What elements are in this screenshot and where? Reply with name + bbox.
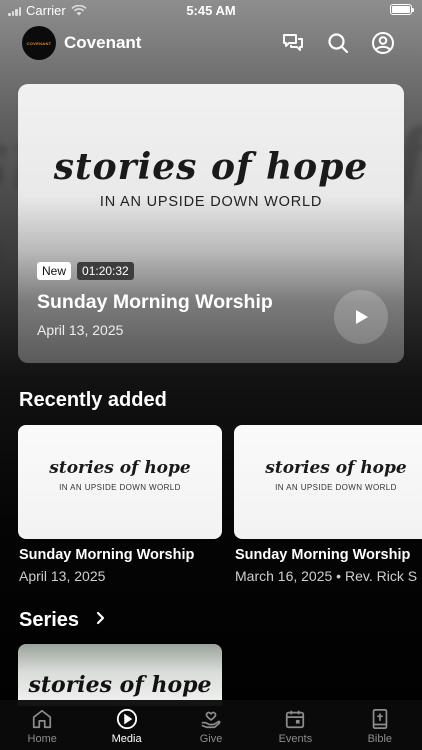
thumbnail-subtitle: IN AN UPSIDE DOWN WORLD <box>59 483 181 492</box>
chevron-right-icon <box>96 611 104 625</box>
new-badge: New <box>37 262 72 280</box>
tab-label: Home <box>27 733 57 745</box>
church-logo[interactable]: COVENANT <box>22 26 56 60</box>
bible-icon <box>372 708 388 730</box>
play-button[interactable] <box>334 290 388 344</box>
status-time: 5:45 AM <box>186 3 236 18</box>
chat-icon[interactable] <box>281 31 305 55</box>
app-title: Covenant <box>64 33 142 52</box>
tab-label: Media <box>111 733 142 745</box>
duration-badge: 01:20:32 <box>77 262 134 280</box>
search-icon[interactable] <box>326 31 350 55</box>
hero-badges: New 01:20:32 <box>37 262 134 280</box>
calendar-icon <box>286 710 305 729</box>
home-icon <box>33 709 52 729</box>
tab-label: Give <box>199 733 223 745</box>
tab-events[interactable]: Events <box>253 700 337 750</box>
series-card-title: stories of hope <box>28 672 212 698</box>
give-heart-icon <box>201 711 221 729</box>
tab-bar: Home Media Give Events Bible <box>0 700 422 750</box>
logo-text: COVENANT <box>26 40 52 46</box>
hero-artwork-subtitle: IN AN UPSIDE DOWN WORLD <box>99 194 323 210</box>
play-circle-icon <box>116 708 137 730</box>
hero-title: Sunday Morning Worship <box>37 291 273 313</box>
recent-item-meta: March 16, 2025 • Rev. Rick S <box>235 568 418 584</box>
recent-item-title[interactable]: Sunday Morning Worship <box>235 547 410 563</box>
status-bar: Carrier 5:45 AM <box>0 0 422 22</box>
recent-item-title[interactable]: Sunday Morning Worship <box>19 547 194 563</box>
tab-label: Bible <box>367 733 393 745</box>
app-header: COVENANT Covenant <box>0 26 422 62</box>
recent-item-thumbnail[interactable]: stories of hope IN AN UPSIDE DOWN WORLD <box>234 425 422 539</box>
series-card[interactable]: stories of hope <box>18 644 222 706</box>
recently-added-heading: Recently added <box>19 389 167 411</box>
profile-icon[interactable] <box>371 31 395 55</box>
tab-label: Events <box>278 733 313 745</box>
series-heading-label: Series <box>19 609 80 631</box>
series-heading[interactable]: Series <box>19 609 107 632</box>
thumbnail-title: stories of hope <box>265 458 407 478</box>
hero-date: April 13, 2025 <box>37 322 124 338</box>
thumbnail-subtitle: IN AN UPSIDE DOWN WORLD <box>275 483 397 492</box>
tab-home[interactable]: Home <box>0 700 84 750</box>
tab-bible[interactable]: Bible <box>338 700 422 750</box>
recent-item-meta: April 13, 2025 <box>19 568 106 584</box>
battery-icon <box>390 4 414 15</box>
tab-give[interactable]: Give <box>169 700 253 750</box>
featured-video-card[interactable]: stories of hope IN AN UPSIDE DOWN WORLD … <box>18 84 404 363</box>
tab-media[interactable]: Media <box>84 700 168 750</box>
play-icon <box>356 310 368 324</box>
hero-artwork-title: stories of hope <box>53 146 369 188</box>
thumbnail-title: stories of hope <box>49 458 191 478</box>
recent-item-thumbnail[interactable]: stories of hope IN AN UPSIDE DOWN WORLD <box>18 425 222 539</box>
